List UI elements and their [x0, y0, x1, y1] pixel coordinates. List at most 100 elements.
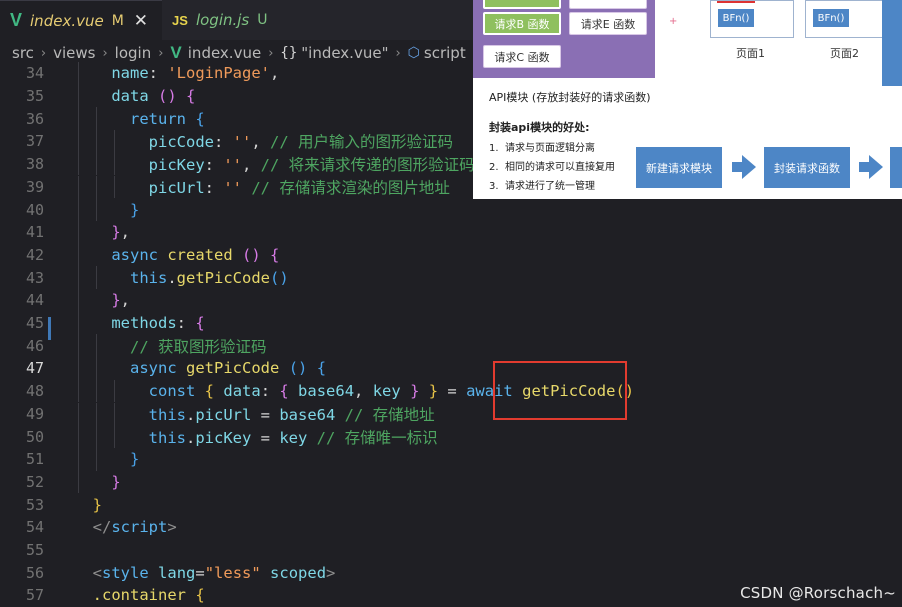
code-text: } [130, 450, 140, 469]
code-text: this.picUrl = base64 // 存储地址 [148, 405, 435, 424]
line-number: 40 [25, 200, 44, 219]
request-module-panel: 请求B 函数 请求E 函数 请求C 函数 [473, 0, 655, 78]
code-line[interactable]: 46 // 获取图形验证码 [0, 334, 902, 358]
code-text: return { [130, 109, 205, 128]
page-box-1: BFn() [710, 0, 794, 38]
code-text: this.picKey = key // 存储唯一标识 [148, 428, 438, 447]
request-e-chip: 请求E 函数 [569, 12, 647, 35]
tab-label: login.js [195, 11, 250, 29]
line-number: 34 [25, 64, 44, 83]
line-number: 48 [25, 382, 44, 401]
breadcrumb-item-script[interactable]: script [424, 44, 466, 62]
code-text: name: 'LoginPage', [111, 64, 280, 83]
code-line[interactable]: 43 this.getPicCode() [0, 266, 902, 289]
code-line[interactable]: 53 } [0, 493, 902, 516]
line-number: 45 [25, 314, 44, 333]
line-number: 52 [25, 472, 44, 491]
tab-login-js[interactable]: JS login.js U [162, 0, 281, 40]
slide-overlay: 请求B 函数 请求E 函数 请求C 函数 + BFn() 页面1 BFn() 页… [473, 0, 902, 199]
code-text: }, [111, 291, 131, 310]
page-label: 页面1 [736, 47, 765, 60]
code-text: </script> [92, 518, 177, 537]
code-line[interactable]: 52 } [0, 470, 902, 494]
js-file-icon: JS [172, 12, 188, 28]
line-number: 43 [25, 268, 44, 287]
benefit-item: 3. 请求进行了统一管理 [489, 181, 595, 192]
code-text: picCode: '', // 用户输入的图形验证码 [148, 133, 453, 152]
close-icon[interactable]: ✕ [134, 11, 148, 31]
line-number: 36 [25, 109, 44, 128]
code-text: async created () { [111, 245, 280, 264]
line-number: 38 [25, 155, 44, 174]
watermark: CSDN @Rorschach~ [740, 584, 896, 602]
benefit-item: 2. 相同的请求可以直接复用 [489, 162, 615, 173]
code-line[interactable]: 40 } [0, 198, 902, 221]
line-number: 42 [25, 245, 44, 264]
line-change-indicator [48, 317, 51, 340]
cube-icon: ⬡ [407, 45, 420, 61]
vue-file-icon: V [170, 43, 182, 62]
breadcrumb-item-src[interactable]: src [12, 44, 34, 62]
code-text: <style lang="less" scoped> [92, 563, 336, 582]
vue-file-icon: V [10, 10, 23, 30]
code-text: } [92, 495, 103, 514]
line-number: 57 [25, 586, 44, 605]
tab-label: index.vue [30, 11, 104, 30]
code-line[interactable]: 51 } [0, 447, 902, 471]
api-module-title: API模块 (存放封装好的请求函数) [489, 91, 651, 104]
request-b-chip: 请求B 函数 [483, 12, 561, 35]
code-line[interactable]: 50 this.picKey = key // 存储唯一标识 [0, 425, 902, 448]
code-line[interactable]: 41 }, [0, 220, 902, 244]
code-text: picUrl: '' // 存储请求渲染的图片地址 [148, 178, 450, 197]
code-text: } [111, 472, 121, 491]
breadcrumb-item-file[interactable]: index.vue [188, 44, 261, 62]
code-line[interactable]: 56 <style lang="less" scoped> [0, 561, 902, 584]
code-text: } [130, 200, 140, 219]
page-box-2: BFn() [805, 0, 889, 38]
step-new-module: 新建请求模块 [636, 147, 722, 188]
code-line[interactable]: 49 this.picUrl = base64 // 存储地址 [0, 402, 902, 426]
untracked-badge: U [257, 12, 268, 28]
code-text: methods: { [111, 314, 205, 333]
code-text: // 获取图形验证码 [130, 337, 267, 356]
line-number: 50 [25, 427, 44, 446]
plus-icon: + [669, 16, 678, 27]
code-line[interactable]: 54 </script> [0, 516, 902, 539]
line-number: 49 [25, 404, 44, 423]
line-number: 39 [25, 177, 44, 196]
line-number: 53 [25, 495, 44, 514]
code-line[interactable]: 42 async created () { [0, 243, 902, 267]
chevron-right-icon: › [395, 45, 401, 61]
arrow-right-icon [732, 155, 756, 179]
step-next [890, 147, 902, 188]
bfn-button: BFn() [812, 8, 850, 28]
request-chip [569, 0, 647, 9]
line-number: 41 [25, 223, 44, 242]
code-line[interactable]: 48 const { data: { base64, key } } = awa… [0, 379, 902, 403]
code-text: this.getPicCode() [130, 268, 289, 287]
code-line[interactable]: 45 methods: { [0, 311, 902, 335]
code-text: async getPicCode () { [130, 359, 327, 378]
braces-icon: {} [280, 45, 298, 61]
code-line[interactable]: 55 [0, 539, 902, 562]
line-number: 54 [25, 518, 44, 537]
benefits-title: 封装api模块的好处: [489, 121, 590, 134]
line-number: 46 [25, 336, 44, 355]
modified-badge: M [111, 12, 124, 29]
tab-index-vue[interactable]: V index.vue M ✕ [0, 0, 163, 40]
breadcrumb-item-views[interactable]: views [53, 44, 95, 62]
code-line[interactable]: 44 }, [0, 289, 902, 312]
code-text: }, [111, 223, 131, 242]
breadcrumb-item-login[interactable]: login [115, 44, 152, 62]
chevron-right-icon: › [40, 45, 47, 61]
line-number: 51 [25, 450, 44, 469]
breadcrumb-item-component[interactable]: "index.vue" [301, 44, 388, 62]
line-number: 35 [25, 87, 44, 106]
chevron-right-icon: › [268, 45, 274, 61]
step-wrap-function: 封装请求函数 [764, 147, 850, 188]
page-label: 页面2 [830, 47, 859, 60]
code-line[interactable]: 47 async getPicCode () { [0, 357, 902, 380]
line-number: 44 [25, 291, 44, 310]
bfn-button: BFn() [717, 8, 755, 28]
arrow-right-icon [859, 155, 883, 179]
